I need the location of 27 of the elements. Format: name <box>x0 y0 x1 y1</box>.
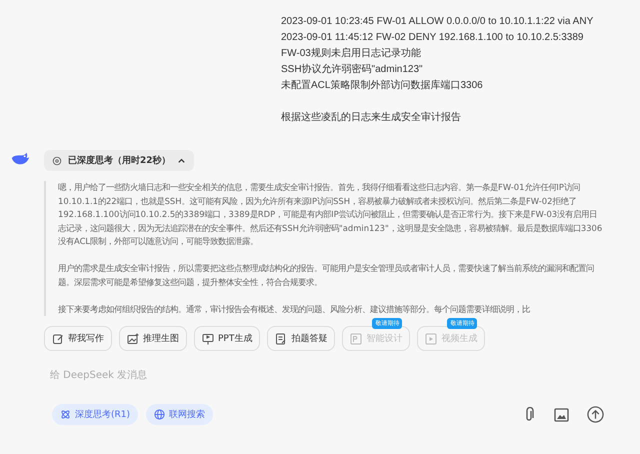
thinking-paragraph: 接下来要考虑如何组织报告的结构。通常，审计报告会有概述、发现的问题、风险分析、建议措施等部分。每个问题需要详细说明，比 <box>58 302 531 316</box>
video-icon <box>425 332 438 344</box>
document-icon <box>275 332 288 344</box>
mode-toggle[interactable]: 深度思考(R1) <box>52 404 138 425</box>
tool-button[interactable]: 拍题答疑 <box>267 326 336 351</box>
edit-icon <box>52 332 64 344</box>
send-icon[interactable] <box>587 406 604 423</box>
tool-button[interactable]: PPT生成 <box>194 326 260 351</box>
message-line: 未配置ACL策略限制外部访问数据库端口3306 <box>281 78 484 93</box>
ps-icon <box>350 332 362 344</box>
image-icon[interactable] <box>554 408 569 422</box>
image-plus-icon <box>127 332 139 344</box>
tool-button[interactable]: 推理生图 <box>119 326 187 351</box>
caret-icon <box>176 156 186 165</box>
tool-button[interactable]: 帮我写作 <box>44 326 112 351</box>
globe-icon <box>154 409 166 420</box>
mode-toggle[interactable]: 联网搜索 <box>146 404 214 425</box>
thinking-paragraph: 嗯，用户给了一些防火墙日志和一些安全相关的信息，需要生成安全审计报告。首先，我得仔细看看这些日志内容。第一条是FW-01允许任何IP访问10.10.1.1的22端口，也就是SSH。这可能有风险，因为允许所有来源IP访问SSH，容易被暴力破解或者未授权访问。然后第二条是FW-02拒绝了192.168.1.100访问10.10.2.5的3389端口，3389是RDP，可能是有内部IP尝试访问被阻止，但需要确认是否正常行为。接下来是FW-03没有启用日志记录，这问题很大，因为无法追踪潜在的安全事件。然后还有SSH允许弱密码"admin123"，这明显是安全隐患，容易被猜解。最后是数据库端口3306没有ACL限制，外部可以随意访问，可能导致数据泄露。 <box>58 181 604 248</box>
message-input[interactable]: 给 DeepSeek 发消息 <box>44 367 576 384</box>
message-line: 2023-09-01 10:23:45 FW-01 ALLOW 0.0.0.0/0 to 10.10.1.1:22 via ANY <box>281 15 594 29</box>
message-line: 2023-09-01 11:45:12 FW-02 DENY 192.168.1.100 to 10.10.2.5:3389 <box>281 31 584 45</box>
message-line: FW-03规则未启用日志记录功能 <box>281 46 422 61</box>
presentation-icon <box>202 332 214 344</box>
message-line: SSH协议允许弱密码"admin123" <box>281 62 424 77</box>
thinking-paragraph: 用户的需求是生成安全审计报告，所以需要把这些点整理成结构化的报告。可能用户是安全管理员或者审计人员，需要快速了解当前系统的漏洞和配置问题。深层需求可能是希望修复这些问题，提升整体安全性，符合合规要求。 <box>58 262 595 288</box>
thinking-toggle[interactable]: 已深度思考（用时22秒） <box>44 150 194 171</box>
message-line: 根据这些凌乱的日志来生成安全审计报告 <box>281 110 462 125</box>
